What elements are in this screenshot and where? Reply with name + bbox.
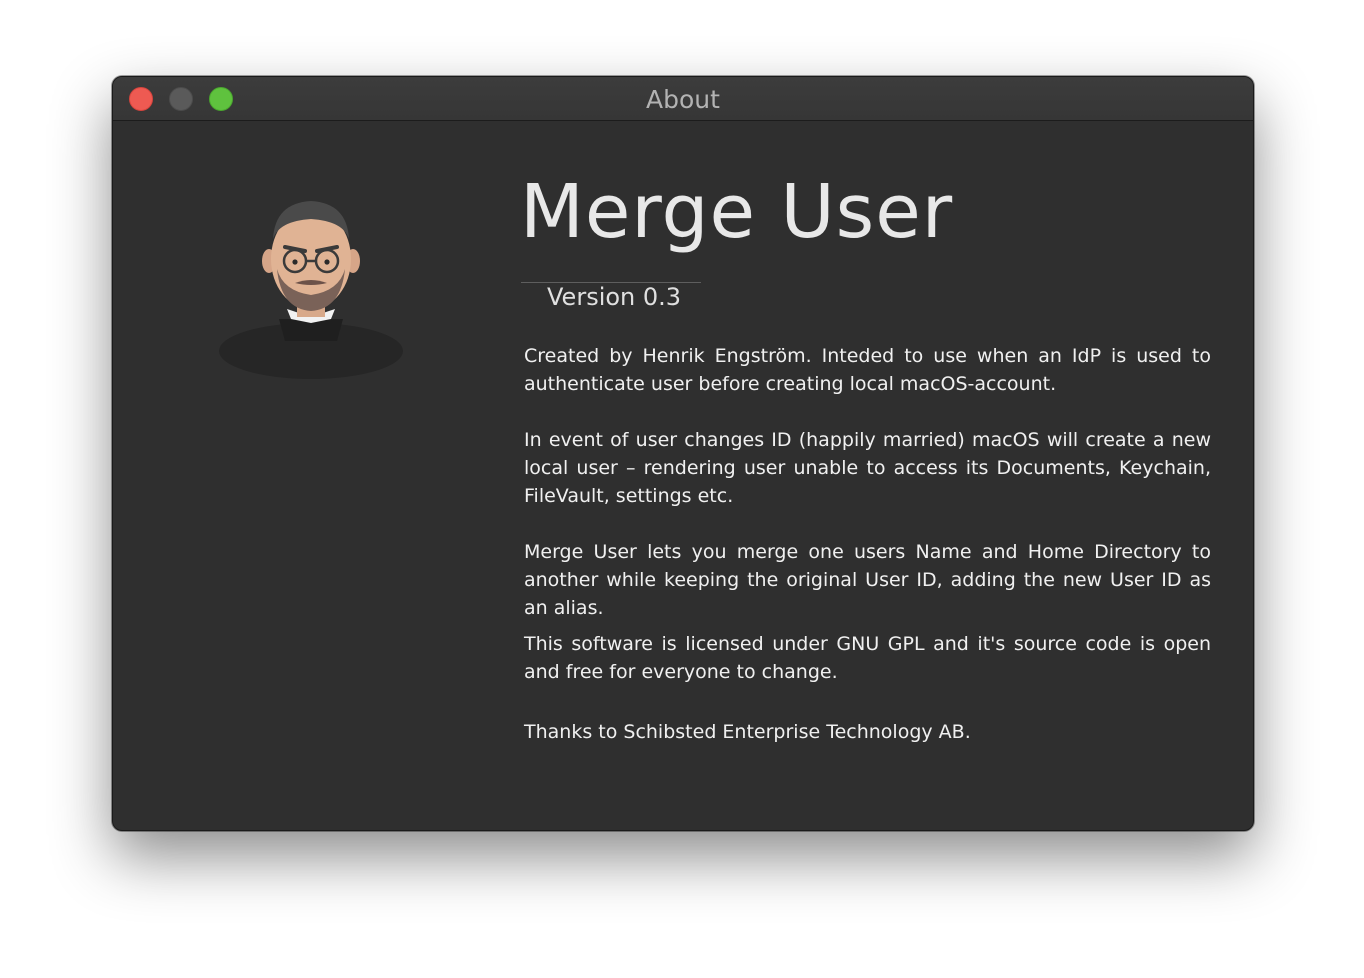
- about-paragraph: Merge User lets you merge one users Name…: [524, 541, 1211, 619]
- about-window: About Merge User Version 0.3 Created by …: [112, 76, 1254, 831]
- avatar-icon: [219, 201, 403, 379]
- app-name: Merge User: [520, 169, 954, 255]
- about-paragraph: In event of user changes ID (happily mar…: [524, 429, 1211, 507]
- about-paragraph: This software is licensed under GNU GPL …: [524, 633, 1211, 683]
- version-label: Version 0.3: [547, 283, 682, 311]
- about-paragraph: Thanks to Schibsted Enterprise Technolog…: [524, 721, 971, 743]
- about-paragraph: Created by Henrik Engström. Inteded to u…: [524, 345, 1211, 395]
- window-title: About: [646, 85, 720, 114]
- title-bar[interactable]: About: [113, 77, 1253, 121]
